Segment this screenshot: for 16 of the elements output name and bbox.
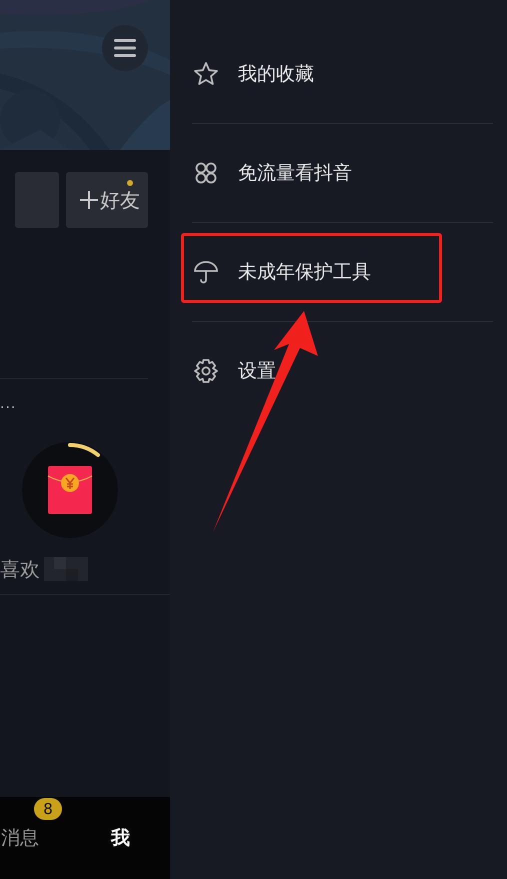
message-count-badge: 8 [34, 798, 62, 820]
plus-icon [80, 191, 98, 209]
star-icon [193, 61, 219, 87]
four-circles-icon [193, 160, 219, 186]
likes-label: 喜欢 [0, 556, 40, 582]
settings-icon [193, 358, 219, 384]
envelope-icon [22, 442, 118, 538]
umbrella-icon [193, 259, 219, 285]
add-friend-button[interactable]: 好友 [66, 172, 148, 228]
menu-icon [114, 39, 136, 57]
drawer-menu-item[interactable]: 我的收藏 [192, 25, 493, 124]
drawer-menu-item[interactable]: 免流量看抖音 [192, 124, 493, 223]
blurred-name-drawing [44, 557, 88, 581]
drawer-menu-item[interactable]: 设置 [192, 322, 493, 420]
tab[interactable]: 我 [111, 825, 130, 851]
ellipsis-text: ... [0, 397, 16, 411]
